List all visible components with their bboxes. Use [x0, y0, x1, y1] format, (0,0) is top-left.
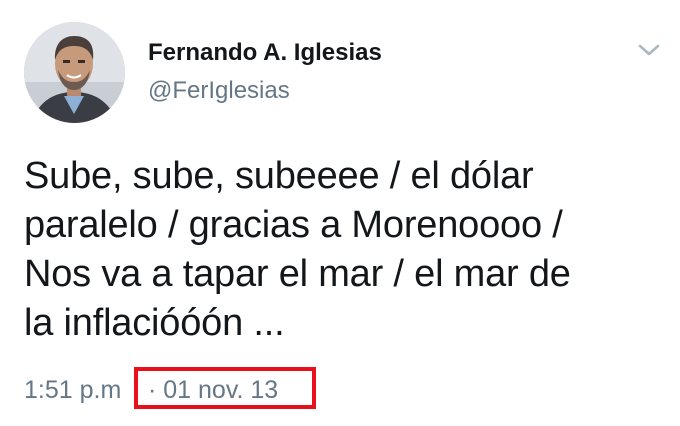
tweet-card: Fernando A. Iglesias @FerIglesias Sube, … [0, 0, 680, 426]
author-handle[interactable]: @FerIglesias [148, 76, 290, 106]
tweet-time-label: 1:51 p.m [24, 376, 122, 404]
tweet-text: Sube, sube, subeeee / el dólar paralelo … [24, 155, 571, 344]
avatar[interactable] [24, 22, 125, 123]
chevron-down-icon[interactable] [636, 40, 662, 60]
date-highlight-box [134, 367, 316, 409]
profile-photo-icon [24, 22, 125, 123]
author-display-name[interactable]: Fernando A. Iglesias [148, 38, 382, 68]
tweet-time[interactable]: 1:51 p.m [24, 370, 121, 410]
